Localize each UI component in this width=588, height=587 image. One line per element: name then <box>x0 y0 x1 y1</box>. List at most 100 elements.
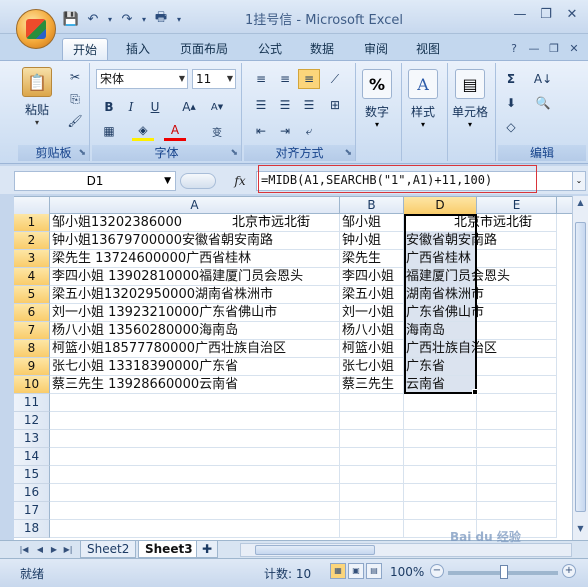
cell-e-16[interactable] <box>477 484 557 502</box>
cell-b-13[interactable] <box>340 430 404 448</box>
cell-e-6[interactable] <box>477 304 557 322</box>
cell-e-4[interactable] <box>477 268 557 286</box>
row-header[interactable]: 10 <box>14 376 50 394</box>
phonetic-icon[interactable]: 变 <box>206 121 228 141</box>
scroll-down-icon[interactable]: ▼ <box>574 524 587 538</box>
page-layout-view-icon[interactable]: ▣ <box>348 563 364 579</box>
cell-d-5[interactable]: 湖南省株洲市 <box>404 286 484 304</box>
column-header-a[interactable]: A <box>50 197 340 214</box>
row-header[interactable]: 17 <box>14 502 50 520</box>
cell-b-1[interactable]: 邹小姐 <box>340 214 404 232</box>
cell-b-15[interactable] <box>340 466 404 484</box>
cell-b-8[interactable]: 柯篮小姐 <box>340 340 404 358</box>
cell-a-14[interactable] <box>50 448 340 466</box>
cell-e-2[interactable] <box>477 232 557 250</box>
italic-button[interactable]: I <box>120 97 142 117</box>
cell-e-8[interactable] <box>477 340 557 358</box>
zoom-level[interactable]: 100% <box>390 565 424 579</box>
cell-b-6[interactable]: 刘一小姐 <box>340 304 404 322</box>
close-icon[interactable]: ✕ <box>560 4 584 24</box>
align-right-icon[interactable]: ☰ <box>298 95 320 115</box>
close-workbook-icon[interactable]: ✕ <box>566 40 582 56</box>
row-header[interactable]: 16 <box>14 484 50 502</box>
border-icon[interactable]: ▦ <box>98 121 120 141</box>
cell-a-13[interactable] <box>50 430 340 448</box>
cell-e-3[interactable] <box>477 250 557 268</box>
cell-d-4[interactable]: 福建厦门员会恩头 <box>404 268 510 286</box>
font-name-select[interactable]: 宋体 ▼ <box>96 69 188 89</box>
worksheet-grid[interactable]: A B D E 1 邹小姐13202386000 邹小姐 北京市远北街 北京市远北街 2 钟… <box>14 196 572 540</box>
cell-e-7[interactable] <box>477 322 557 340</box>
styles-button[interactable]: A 样式 ▾ <box>408 69 438 129</box>
insert-sheet-icon[interactable]: ✚ <box>196 541 218 558</box>
cell-a-8[interactable]: 柯篮小姐18577780000广西壮族自治区 <box>50 340 340 358</box>
orientation-icon[interactable]: ⟋ <box>324 69 346 89</box>
next-sheet-icon[interactable]: ▶ <box>48 543 60 557</box>
tab-review[interactable]: 审阅 <box>354 38 398 60</box>
cell-d-13[interactable] <box>404 430 477 448</box>
cell-a-18[interactable] <box>50 520 340 538</box>
cut-icon[interactable]: ✂ <box>64 67 86 87</box>
prev-sheet-icon[interactable]: ◀ <box>34 543 46 557</box>
cell-d-3[interactable]: 广西省桂林 <box>404 250 477 268</box>
autosum-icon[interactable]: Σ <box>500 69 522 89</box>
cell-a-3[interactable]: 梁先生 13724600000广西省桂林 <box>50 250 340 268</box>
cell-e-5[interactable] <box>477 286 557 304</box>
vertical-scrollbar[interactable]: ▲ ▼ <box>572 196 588 540</box>
cell-d-9[interactable]: 广东省 <box>404 358 477 376</box>
cell-b-3[interactable]: 梁先生 <box>340 250 404 268</box>
cell-a-17[interactable] <box>50 502 340 520</box>
cell-a-11[interactable] <box>50 394 340 412</box>
cell-b-5[interactable]: 梁五小姐 <box>340 286 404 304</box>
zoom-slider-thumb[interactable] <box>500 565 508 579</box>
row-header[interactable]: 15 <box>14 466 50 484</box>
row-header[interactable]: 13 <box>14 430 50 448</box>
copy-icon[interactable]: ⎘ <box>64 89 86 109</box>
decrease-font-icon[interactable]: A ▼ <box>206 97 228 117</box>
cell-b-7[interactable]: 杨八小姐 <box>340 322 404 340</box>
cell-b-9[interactable]: 张七小姐 <box>340 358 404 376</box>
office-button[interactable] <box>16 9 56 49</box>
cell-a-7[interactable]: 杨八小姐 13560280000海南岛 <box>50 322 340 340</box>
cell-d-6[interactable]: 广东省佛山市 <box>404 304 484 322</box>
cell-d-11[interactable] <box>404 394 477 412</box>
alignment-launcher-icon[interactable]: ⬊ <box>344 148 352 158</box>
cell-d-10[interactable]: 云南省 <box>404 376 477 394</box>
scroll-up-icon[interactable]: ▲ <box>574 198 587 212</box>
cell-b-14[interactable] <box>340 448 404 466</box>
tab-home[interactable]: 开始 <box>62 38 109 60</box>
row-header[interactable]: 5 <box>14 286 50 304</box>
row-header[interactable]: 14 <box>14 448 50 466</box>
cell-b-12[interactable] <box>340 412 404 430</box>
clipboard-launcher-icon[interactable]: ⬊ <box>78 148 86 158</box>
merge-center-icon[interactable]: ⊞ <box>324 95 346 115</box>
cell-a-4[interactable]: 李四小姐 13902810000福建厦门员会恩头 <box>50 268 340 286</box>
formula-bar-splitter[interactable] <box>180 172 220 190</box>
minimize-icon[interactable]: — <box>508 4 532 24</box>
fill-icon[interactable]: ⬇ <box>500 93 522 113</box>
first-sheet-icon[interactable]: |◀ <box>18 543 30 557</box>
cell-a-9[interactable]: 张七小姐 13318390000广东省 <box>50 358 340 376</box>
column-header-d[interactable]: D <box>404 197 477 214</box>
expand-formula-bar-icon[interactable]: ⌄ <box>572 171 586 191</box>
cell-e-10[interactable] <box>477 376 557 394</box>
row-header[interactable]: 1 <box>14 214 50 232</box>
sheet-tab-sheet2[interactable]: Sheet2 <box>80 541 137 558</box>
align-bottom-icon[interactable]: ≡ <box>298 69 320 89</box>
tab-data[interactable]: 数据 <box>300 38 344 60</box>
horizontal-scrollbar[interactable] <box>240 543 572 557</box>
insert-function-button[interactable]: fx <box>228 171 252 191</box>
cell-b-2[interactable]: 钟小姐 <box>340 232 404 250</box>
cell-d-8[interactable]: 广西壮族自治区 <box>404 340 497 358</box>
paste-button[interactable]: 📋 粘贴 ▾ <box>22 67 52 127</box>
cell-b-16[interactable] <box>340 484 404 502</box>
align-top-icon[interactable]: ≡ <box>250 69 272 89</box>
cell-d-16[interactable] <box>404 484 477 502</box>
cell-e-14[interactable] <box>477 448 557 466</box>
row-header[interactable]: 6 <box>14 304 50 322</box>
column-header-b[interactable]: B <box>340 197 404 214</box>
align-middle-icon[interactable]: ≡ <box>274 69 296 89</box>
fill-color-icon[interactable]: ◈ <box>132 121 154 141</box>
clear-icon[interactable]: ◇ <box>500 117 522 137</box>
font-color-icon[interactable]: A <box>164 121 186 141</box>
